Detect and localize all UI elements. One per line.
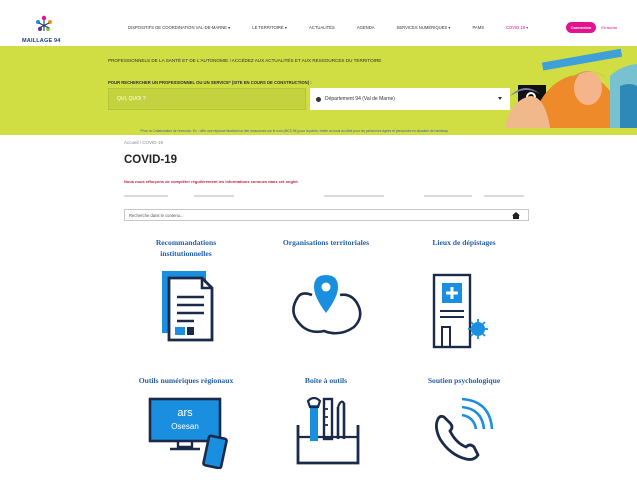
- screen-ars-text: ars: [177, 407, 193, 419]
- page: MAILLAGE 94 Dispositifs de coordination …: [0, 0, 637, 488]
- tile-boite-outils[interactable]: Boîte à outils: [262, 375, 390, 475]
- hero-strip-text: *Pour la Collaboration de l'exercice. Ex…: [140, 129, 448, 133]
- nav-item-pams[interactable]: PAMS: [472, 25, 484, 30]
- notice-text: Nous nous efforçons de compléter réguliè…: [124, 179, 299, 184]
- signup-link[interactable]: S'inscrire: [601, 25, 617, 30]
- main-nav: Dispositifs de coordination Val-de-Marne…: [128, 25, 550, 30]
- content-search-input[interactable]: Recherche dans le contenu...: [124, 209, 529, 221]
- top-navigation: MAILLAGE 94 Dispositifs de coordination …: [0, 0, 637, 46]
- page-title: COVID-19: [124, 154, 178, 166]
- tile-organisations-territoriales[interactable]: Organisations territoriales: [262, 237, 390, 352]
- nav-item-territoire[interactable]: Le territoire ▾: [252, 25, 287, 30]
- login-button[interactable]: Connexion: [566, 22, 596, 33]
- tile-label: Recommandations institutionnelles: [155, 238, 217, 258]
- location-value: Département 94 (Val de Marne): [325, 96, 395, 102]
- brand-name: MAILLAGE 94: [22, 38, 61, 44]
- home-icon[interactable]: [512, 212, 520, 219]
- document-icon: [162, 271, 214, 342]
- brand-logo[interactable]: MAILLAGE 94: [22, 15, 66, 46]
- map-pin-icon: [292, 275, 362, 335]
- nav-item-dispositifs[interactable]: Dispositifs de coordination Val-de-Marne…: [128, 25, 230, 30]
- tile-outils-numeriques[interactable]: Outils numériques régionaux ars Osesan: [122, 375, 250, 475]
- tile-label: Boîte à outils: [304, 376, 348, 385]
- faded-text-line: [124, 195, 528, 198]
- content-search-placeholder: Recherche dans le contenu...: [129, 212, 184, 218]
- nav-item-agenda[interactable]: Agenda: [357, 25, 375, 30]
- screen-sesan-text: Osesan: [171, 422, 199, 431]
- tile-label: Lieux de dépistages: [432, 238, 496, 247]
- tile-recommandations[interactable]: Recommandations institutionnelles: [122, 237, 250, 352]
- tile-label: Organisations territoriales: [282, 238, 370, 247]
- hero-search-label: Pour rechercher un professionnel ou un s…: [108, 80, 312, 85]
- logo-star-icon: [36, 15, 52, 31]
- nav-item-actualites[interactable]: Actualités: [309, 25, 335, 30]
- breadcrumb[interactable]: Accueil / COVID-19: [124, 140, 163, 145]
- tile-label: Outils numériques régionaux: [138, 376, 234, 385]
- computer-phone-icon: ars Osesan: [148, 397, 228, 469]
- tile-soutien-psychologique[interactable]: Soutien psychologique: [400, 375, 528, 475]
- hero-title: Professionnels de la santé et de l'auton…: [108, 58, 382, 63]
- toolbox-icon: [296, 397, 360, 465]
- hero-banner: Professionnels de la santé et de l'auton…: [0, 46, 637, 128]
- hero-illustration: [470, 46, 637, 128]
- nav-item-services[interactable]: Services numériques ▾: [397, 25, 451, 30]
- nav-item-covid[interactable]: COVID 19 ▾: [506, 25, 528, 30]
- tile-label: Soutien psychologique: [427, 376, 501, 385]
- tile-lieux-depistages[interactable]: Lieux de dépistages: [400, 237, 528, 352]
- location-pin-icon: [316, 96, 321, 102]
- medical-building-icon: [432, 273, 488, 349]
- hero-info-strip: *Pour la Collaboration de l'exercice. Ex…: [0, 128, 637, 135]
- search-input[interactable]: QUI, QUOI ?: [108, 88, 306, 110]
- phone-icon: [435, 397, 494, 461]
